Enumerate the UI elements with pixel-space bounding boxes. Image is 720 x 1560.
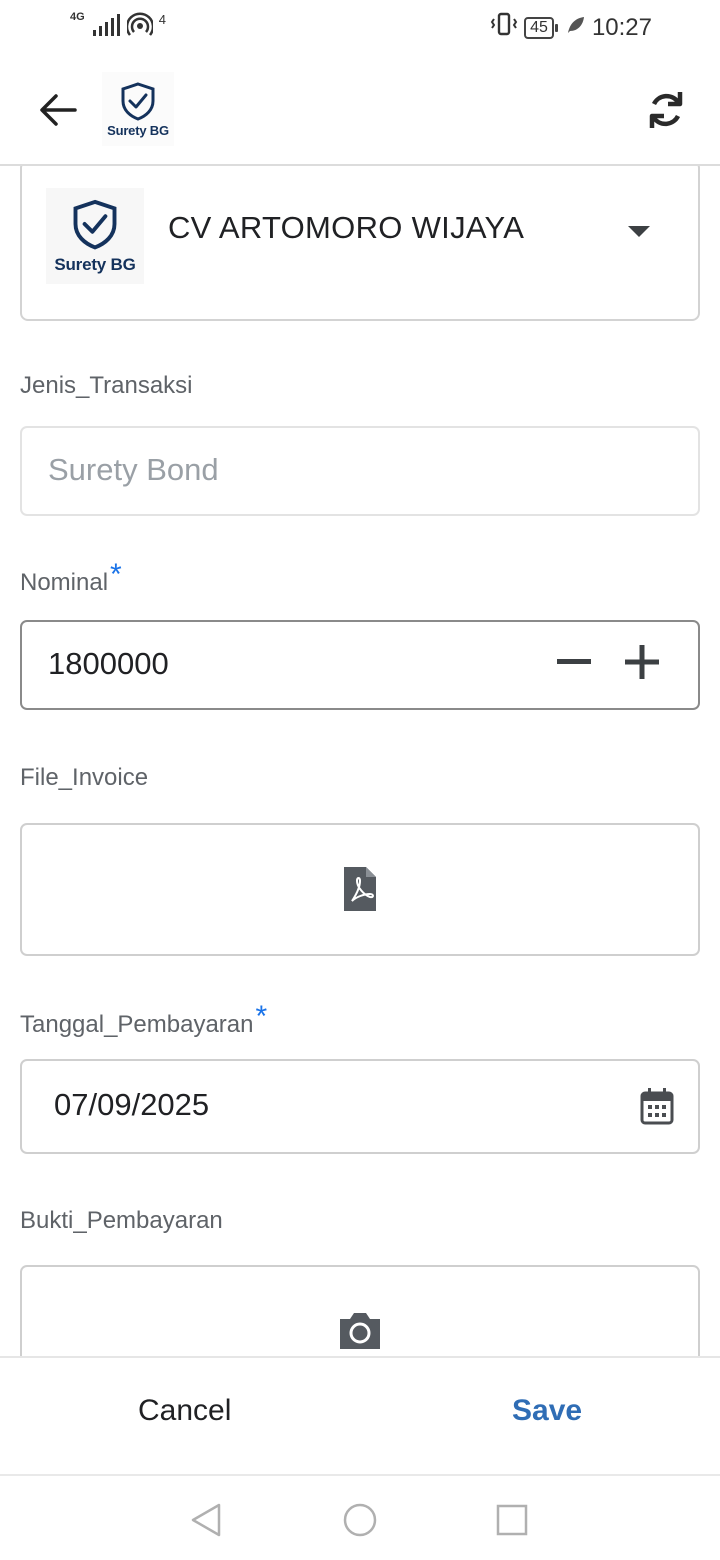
status-left: 4G 4	[70, 12, 166, 43]
shield-check-icon	[121, 81, 155, 121]
nominal-value: 1800000	[48, 646, 169, 681]
company-selector[interactable]: Surety BG CV ARTOMORO WIJAYA	[20, 166, 700, 321]
nominal-label-text: Nominal	[20, 569, 109, 596]
app-logo: Surety BG	[102, 72, 174, 146]
hotspot-count: 4	[158, 12, 166, 27]
nominal-label: Nominal*	[20, 558, 122, 598]
calendar-icon	[640, 1088, 674, 1125]
back-button[interactable]	[34, 86, 82, 134]
sync-icon	[649, 92, 683, 128]
nav-back-icon	[191, 1503, 221, 1537]
file-invoice-label: File_Invoice	[20, 764, 148, 792]
clock: 10:27	[591, 13, 652, 41]
required-marker: *	[255, 1000, 268, 1033]
tanggal-pembayaran-value: 07/09/2025	[54, 1087, 210, 1122]
shield-check-icon	[73, 199, 117, 250]
bukti-pembayaran-upload[interactable]	[20, 1265, 700, 1356]
nominal-stepper	[554, 642, 662, 682]
company-logo-text: Surety BG	[54, 255, 136, 274]
nominal-input[interactable]: 1800000	[20, 620, 700, 710]
back-arrow-icon	[40, 94, 77, 126]
decrement-button[interactable]	[554, 642, 594, 682]
file-invoice-label-text: File_Invoice	[20, 764, 149, 791]
bukti-pembayaran-label-text: Bukti_Pembayaran	[20, 1207, 223, 1234]
file-invoice-upload[interactable]	[20, 823, 700, 956]
bukti-pembayaran-label: Bukti_Pembayaran	[20, 1207, 223, 1235]
status-right: 45 10:27	[490, 12, 652, 43]
leaf-icon	[566, 14, 586, 42]
signal-icon	[91, 12, 121, 43]
company-name: CV ARTOMORO WIJAYA	[168, 210, 525, 245]
tanggal-pembayaran-label: Tanggal_Pembayaran*	[20, 1000, 267, 1040]
nav-recents-button[interactable]	[492, 1500, 532, 1540]
nav-home-button[interactable]	[340, 1500, 380, 1540]
app-logo-text: Surety BG	[107, 122, 169, 138]
increment-button[interactable]	[622, 642, 662, 682]
status-bar: 4G 4 45 10:27	[0, 0, 720, 56]
jenis-transaksi-value: Surety Bond	[48, 452, 219, 487]
jenis-transaksi-label: Jenis_Transaksi	[20, 372, 193, 400]
calendar-button[interactable]	[640, 1087, 674, 1130]
cancel-button[interactable]: Cancel	[138, 1394, 231, 1428]
company-logo: Surety BG	[46, 188, 144, 284]
save-button[interactable]: Save	[512, 1394, 582, 1428]
system-nav-bar	[0, 1474, 720, 1560]
form-content[interactable]: Surety BG CV ARTOMORO WIJAYA Jenis_Trans…	[0, 166, 720, 1356]
action-bar: Cancel Save	[0, 1356, 720, 1474]
tanggal-pembayaran-label-text: Tanggal_Pembayaran	[20, 1011, 254, 1038]
sync-button[interactable]	[640, 84, 692, 136]
dropdown-caret-icon	[628, 226, 650, 237]
nav-home-icon	[343, 1503, 377, 1537]
jenis-transaksi-field[interactable]: Surety Bond	[20, 426, 700, 516]
pdf-file-icon	[342, 865, 378, 913]
battery-level: 45	[524, 16, 558, 39]
required-marker: *	[110, 558, 122, 591]
network-type: 4G	[70, 11, 85, 23]
tanggal-pembayaran-input[interactable]: 07/09/2025	[20, 1059, 700, 1154]
hotspot-icon	[125, 12, 154, 43]
camera-icon	[336, 1309, 384, 1351]
minus-icon	[557, 659, 591, 664]
jenis-transaksi-label-text: Jenis_Transaksi	[20, 372, 193, 399]
nav-back-button[interactable]	[186, 1500, 226, 1540]
app-bar: Surety BG	[0, 56, 720, 166]
plus-icon	[625, 645, 659, 679]
nav-recents-icon	[496, 1504, 528, 1536]
vibrate-icon	[490, 12, 518, 43]
